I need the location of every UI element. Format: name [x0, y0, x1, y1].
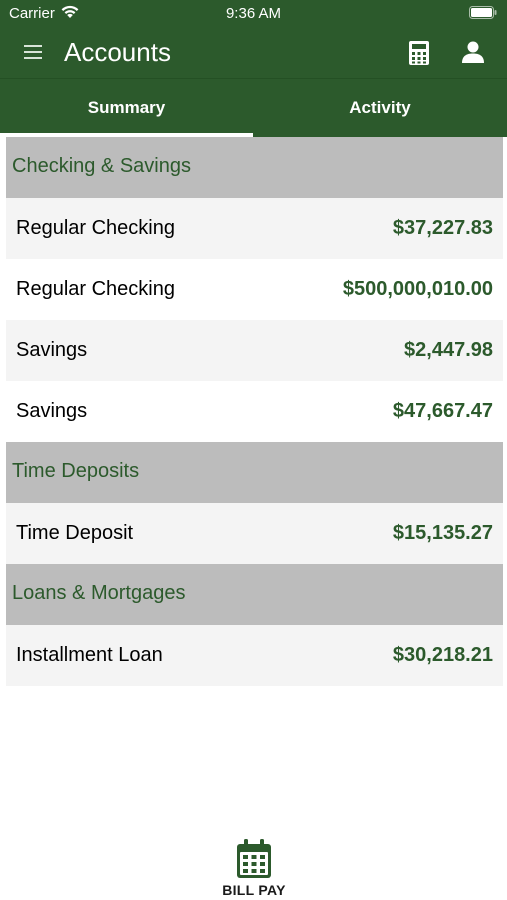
nav-bar: Accounts — [0, 28, 507, 78]
account-row[interactable]: Installment Loan $30,218.21 — [6, 625, 503, 686]
account-name: Savings — [16, 400, 88, 422]
tab-summary[interactable]: Summary — [0, 79, 253, 137]
section-header-loans-mortgages: Loans & Mortgages — [6, 564, 503, 625]
menu-icon[interactable] — [24, 44, 44, 60]
account-balance: $2,447.98 — [404, 339, 493, 361]
account-row[interactable]: Regular Checking $500,000,010.00 — [6, 259, 503, 320]
account-balance: $37,227.83 — [392, 217, 493, 239]
section-title: Loans & Mortgages — [12, 582, 186, 604]
status-time: 9:36 AM — [225, 5, 282, 22]
bill-pay-label: BILL PAY — [222, 882, 286, 898]
tab-activity[interactable]: Activity — [253, 79, 507, 137]
app-header: Carrier 9:36 AM Accounts Summary Activit… — [0, 0, 507, 137]
section-title: Checking & Savings — [12, 155, 191, 177]
section-header-checking-savings: Checking & Savings — [6, 137, 503, 198]
account-row[interactable]: Regular Checking $37,227.83 — [6, 198, 503, 259]
calculator-icon[interactable] — [408, 40, 430, 66]
account-list: Checking & Savings Regular Checking $37,… — [6, 137, 503, 686]
account-row[interactable]: Time Deposit $15,135.27 — [6, 503, 503, 564]
account-balance: $500,000,010.00 — [342, 278, 493, 300]
bill-pay-button[interactable]: BILL PAY — [212, 836, 296, 900]
tab-summary-label: Summary — [87, 98, 166, 117]
calendar-icon — [237, 839, 271, 878]
section-title: Time Deposits — [12, 460, 140, 482]
account-row[interactable]: Savings $2,447.98 — [6, 320, 503, 381]
account-name: Time Deposit — [16, 522, 134, 544]
account-name: Regular Checking — [16, 217, 175, 239]
profile-icon[interactable] — [461, 40, 485, 64]
status-bar: Carrier 9:36 AM — [0, 0, 507, 28]
account-name: Installment Loan — [16, 644, 163, 666]
account-name: Regular Checking — [16, 278, 175, 300]
battery-icon — [469, 6, 497, 19]
tab-bar: Summary Activity — [0, 79, 507, 137]
page-title: Accounts — [64, 37, 171, 67]
account-name: Savings — [16, 339, 88, 361]
account-balance: $30,218.21 — [392, 644, 493, 666]
tab-activity-label: Activity — [349, 98, 411, 117]
account-balance: $15,135.27 — [392, 522, 493, 544]
account-row[interactable]: Savings $47,667.47 — [6, 381, 503, 442]
section-header-time-deposits: Time Deposits — [6, 442, 503, 503]
account-balance: $47,667.47 — [392, 400, 493, 422]
